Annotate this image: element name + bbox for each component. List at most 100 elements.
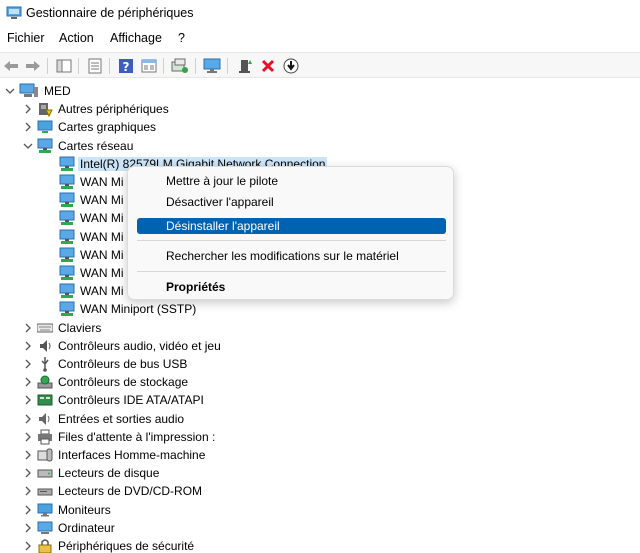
toolbar-separator: [163, 58, 164, 74]
disable-device-menu-item[interactable]: Désactiver l'appareil: [137, 194, 446, 210]
tree-category[interactable]: Ordinateur: [22, 519, 115, 537]
toolbar-separator: [195, 58, 196, 74]
chevron-right-icon[interactable]: [22, 519, 34, 537]
tree-item-label: Cartes graphiques: [58, 120, 157, 135]
tree-item-label: Périphériques de sécurité: [58, 539, 195, 553]
tree-item-label: Autres périphériques: [58, 102, 169, 117]
tree-item-label: WAN Mi: [80, 284, 124, 299]
uninstall-device-menu-item[interactable]: Désinstaller l'appareil: [137, 218, 446, 234]
chevron-right-icon[interactable]: [22, 428, 34, 446]
storage-icon: [37, 374, 53, 390]
chevron-right-icon[interactable]: [22, 537, 34, 553]
tree-item-label: Contrôleurs audio, vidéo et jeu: [58, 338, 221, 353]
chevron-right-icon[interactable]: [22, 118, 34, 136]
tree-category[interactable]: Claviers: [22, 319, 101, 337]
tree-device[interactable]: WAN Mi: [44, 264, 124, 282]
menu-separator: [137, 240, 446, 241]
tree-item-label: WAN Miniport (SSTP): [80, 302, 197, 317]
network-adapter-icon: [59, 192, 75, 208]
ide-icon: [37, 392, 53, 408]
tree-item-label: WAN Mi: [80, 211, 124, 226]
tree-category[interactable]: Moniteurs: [22, 501, 111, 519]
scan-hardware-menu-item[interactable]: Rechercher les modifications sur le maté…: [137, 248, 446, 264]
tree-device[interactable]: WAN Mi: [44, 228, 124, 246]
tree-device[interactable]: WAN Mi: [44, 173, 124, 191]
help-icon[interactable]: ?: [117, 57, 135, 75]
properties-menu-item[interactable]: Propriétés: [137, 279, 446, 295]
menu-action[interactable]: Action: [59, 31, 94, 45]
tree-category[interactable]: Lecteurs de DVD/CD-ROM: [22, 482, 202, 500]
network-adapter-icon: [59, 229, 75, 245]
tree-device[interactable]: WAN Mi: [44, 246, 124, 264]
tree-category[interactable]: Contrôleurs audio, vidéo et jeu: [22, 337, 221, 355]
tree-device[interactable]: WAN Miniport (SSTP): [44, 300, 196, 318]
printer-icon: [37, 429, 53, 445]
tree-item-label: Interfaces Homme-machine: [58, 448, 206, 462]
tree-category[interactable]: Interfaces Homme-machine: [22, 446, 205, 464]
toolbar: ?: [0, 52, 640, 78]
add-driver-icon[interactable]: [236, 57, 254, 75]
menu-fichier[interactable]: Fichier: [7, 31, 45, 45]
network-adapter-icon: [37, 138, 53, 154]
tree-category[interactable]: Lecteurs de disque: [22, 464, 159, 482]
chevron-right-icon[interactable]: [22, 373, 34, 391]
view-icon[interactable]: [140, 57, 158, 75]
tree-item-label: Contrôleurs IDE ATA/ATAPI: [58, 393, 204, 408]
menu-separator: [137, 271, 446, 272]
tree-category[interactable]: Files d'attente à l'impression :: [22, 428, 215, 446]
scan-hardware-icon[interactable]: [171, 57, 189, 75]
network-adapter-icon: [59, 247, 75, 263]
chevron-right-icon[interactable]: [22, 464, 34, 482]
chevron-right-icon[interactable]: [22, 446, 34, 464]
toolbar-separator: [47, 58, 48, 74]
menu-bar: Fichier Action Affichage ?: [0, 29, 640, 49]
chevron-right-icon[interactable]: [22, 337, 34, 355]
forward-arrow-icon[interactable]: [24, 57, 42, 75]
menu-affichage[interactable]: Affichage: [110, 31, 162, 45]
tree-device[interactable]: WAN Mi: [44, 209, 124, 227]
tree-category[interactable]: Contrôleurs IDE ATA/ATAPI: [22, 391, 204, 409]
tree-category[interactable]: Périphériques de sécurité: [22, 537, 194, 553]
tree-item-label: Claviers: [58, 320, 102, 335]
update-driver-menu-item[interactable]: Mettre à jour le pilote: [137, 173, 446, 189]
update-driver-icon[interactable]: [282, 57, 300, 75]
chevron-right-icon[interactable]: [22, 391, 34, 409]
tree-category[interactable]: Contrôleurs de stockage: [22, 373, 188, 391]
dvd-icon: [37, 483, 53, 499]
tree-category[interactable]: Entrées et sorties audio: [22, 410, 184, 428]
disk-drive-icon: [37, 465, 53, 481]
chevron-down-icon[interactable]: [4, 82, 16, 100]
menu-help[interactable]: ?: [178, 31, 185, 45]
tree-item-label: WAN Mi: [80, 193, 124, 208]
tree-category[interactable]: Autres périphériques: [22, 100, 169, 118]
network-adapter-icon: [59, 174, 75, 190]
chevron-right-icon[interactable]: [22, 355, 34, 373]
tree-category[interactable]: Cartes réseau: [22, 137, 133, 155]
tree-item-label: Cartes réseau: [58, 138, 134, 153]
chevron-right-icon[interactable]: [22, 410, 34, 428]
audio-icon: [37, 338, 53, 354]
tree-category[interactable]: Contrôleurs de bus USB: [22, 355, 187, 373]
chevron-down-icon[interactable]: [22, 137, 34, 155]
chevron-right-icon[interactable]: [22, 319, 34, 337]
tree-root[interactable]: MED: [4, 82, 71, 100]
tree-category[interactable]: Cartes graphiques: [22, 118, 156, 136]
toolbar-separator: [78, 58, 79, 74]
chevron-right-icon[interactable]: [22, 482, 34, 500]
keyboard-icon: [36, 320, 54, 336]
tree-device[interactable]: WAN Mi: [44, 282, 124, 300]
tree-item-label: Entrées et sorties audio: [58, 411, 185, 426]
chevron-right-icon[interactable]: [22, 100, 34, 118]
console-tree-icon[interactable]: [55, 57, 73, 75]
properties-icon[interactable]: [86, 57, 104, 75]
monitor-icon[interactable]: [203, 57, 221, 75]
device-manager-icon: [6, 6, 22, 19]
back-arrow-icon[interactable]: [2, 57, 20, 75]
tree-item-label: Contrôleurs de bus USB: [58, 357, 188, 371]
tree-device[interactable]: WAN Mi: [44, 191, 124, 209]
chevron-right-icon[interactable]: [22, 501, 34, 519]
remove-icon[interactable]: [259, 57, 277, 75]
